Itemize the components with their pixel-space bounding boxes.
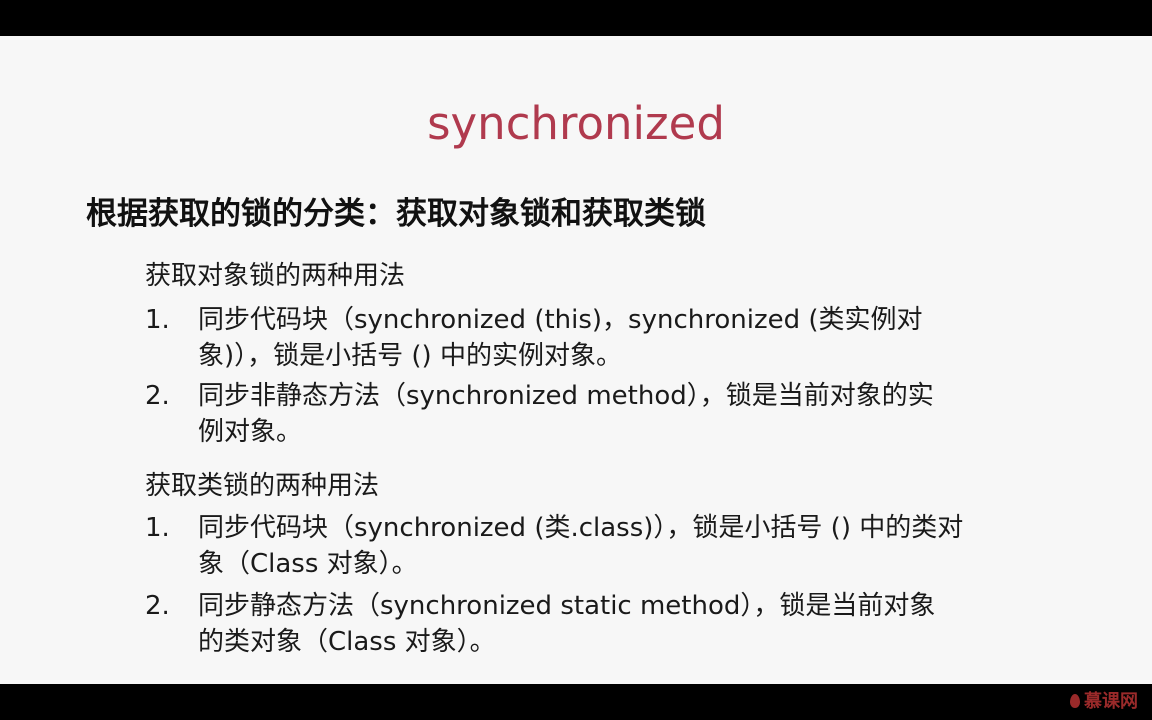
- list-item-number: 1.: [145, 305, 170, 335]
- flame-icon: [1070, 694, 1080, 708]
- list-item: 1. 同步代码块（synchronized (类.class)），锁是小括号 (…: [145, 510, 1075, 582]
- slide-title: synchronized: [427, 97, 725, 150]
- list-item: 1. 同步代码块（synchronized (this)，synchronize…: [145, 302, 1075, 374]
- list-item-text: 同步静态方法（synchronized static method），锁是当前对…: [198, 591, 936, 657]
- list-item: 2. 同步静态方法（synchronized static method），锁是…: [145, 588, 1075, 660]
- section-heading-object-lock: 获取对象锁的两种用法: [145, 261, 406, 291]
- list-item-number: 2.: [145, 591, 170, 621]
- watermark-text: 慕课网: [1084, 691, 1138, 712]
- list-item-number: 2.: [145, 381, 170, 411]
- watermark: 慕课网: [1070, 690, 1138, 714]
- list-item-number: 1.: [145, 513, 170, 543]
- slide-subtitle: 根据获取的锁的分类：获取对象锁和获取类锁: [86, 196, 706, 232]
- letterbox-bottom: [0, 684, 1152, 720]
- list-item-text: 同步非静态方法（synchronized method），锁是当前对象的实 例对…: [198, 381, 934, 447]
- slide: synchronized 根据获取的锁的分类：获取对象锁和获取类锁 获取对象锁的…: [0, 36, 1152, 684]
- list-item: 2. 同步非静态方法（synchronized method），锁是当前对象的实…: [145, 378, 1075, 450]
- section-heading-class-lock: 获取类锁的两种用法: [145, 471, 380, 501]
- list-item-text: 同步代码块（synchronized (this)，synchronized (…: [198, 305, 923, 371]
- letterbox-top: [0, 0, 1152, 36]
- list-item-text: 同步代码块（synchronized (类.class)），锁是小括号 () 中…: [198, 513, 964, 579]
